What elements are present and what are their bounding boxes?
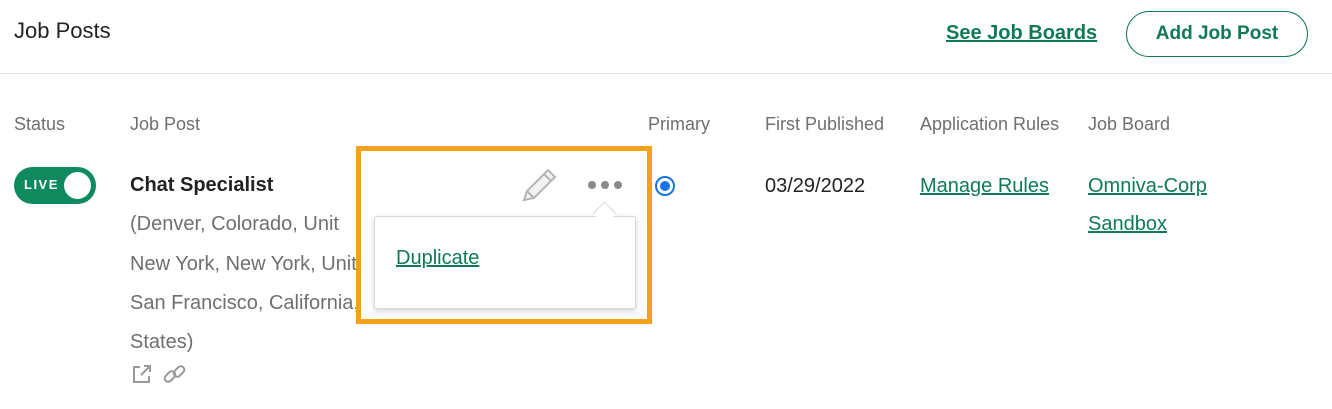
header-divider bbox=[0, 73, 1332, 74]
job-board-link[interactable]: Omniva-Corp bbox=[1088, 175, 1207, 198]
job-board-link[interactable]: Sandbox bbox=[1088, 213, 1167, 236]
add-job-post-button[interactable]: Add Job Post bbox=[1126, 11, 1308, 57]
dot bbox=[601, 181, 609, 189]
job-location-line: San Francisco, California, bbox=[130, 292, 359, 314]
job-post-title[interactable]: Chat Specialist bbox=[130, 174, 273, 197]
live-status-toggle[interactable]: LIVE bbox=[14, 167, 96, 204]
see-job-boards-link[interactable]: See Job Boards bbox=[946, 22, 1097, 45]
dot bbox=[614, 181, 622, 189]
job-location-line: States) bbox=[130, 331, 194, 353]
column-header-first-published: First Published bbox=[765, 114, 885, 134]
column-header-job-board: Job Board bbox=[1088, 114, 1171, 134]
column-header-job-post: Job Post bbox=[130, 114, 201, 134]
toggle-knob bbox=[64, 172, 91, 199]
link-icon[interactable] bbox=[162, 362, 186, 386]
column-header-application-rules: Application Rules bbox=[920, 114, 1060, 134]
job-location-line: New York, New York, Unit bbox=[130, 253, 357, 275]
job-location-line: (Denver, Colorado, Unit bbox=[130, 213, 339, 235]
dot bbox=[588, 181, 596, 189]
first-published-date: 03/29/2022 bbox=[765, 175, 866, 197]
column-header-status: Status bbox=[14, 114, 66, 134]
status-toggle-label: LIVE bbox=[24, 177, 59, 192]
manage-rules-link[interactable]: Manage Rules bbox=[920, 175, 1049, 198]
more-options-icon[interactable] bbox=[588, 176, 628, 189]
pencil-icon[interactable] bbox=[518, 166, 560, 208]
external-link-icon[interactable] bbox=[130, 362, 154, 386]
page-title: Job Posts bbox=[14, 18, 111, 43]
column-header-primary: Primary bbox=[648, 114, 710, 134]
primary-radio-button[interactable] bbox=[655, 176, 675, 196]
duplicate-menu-item[interactable]: Duplicate bbox=[396, 247, 479, 270]
